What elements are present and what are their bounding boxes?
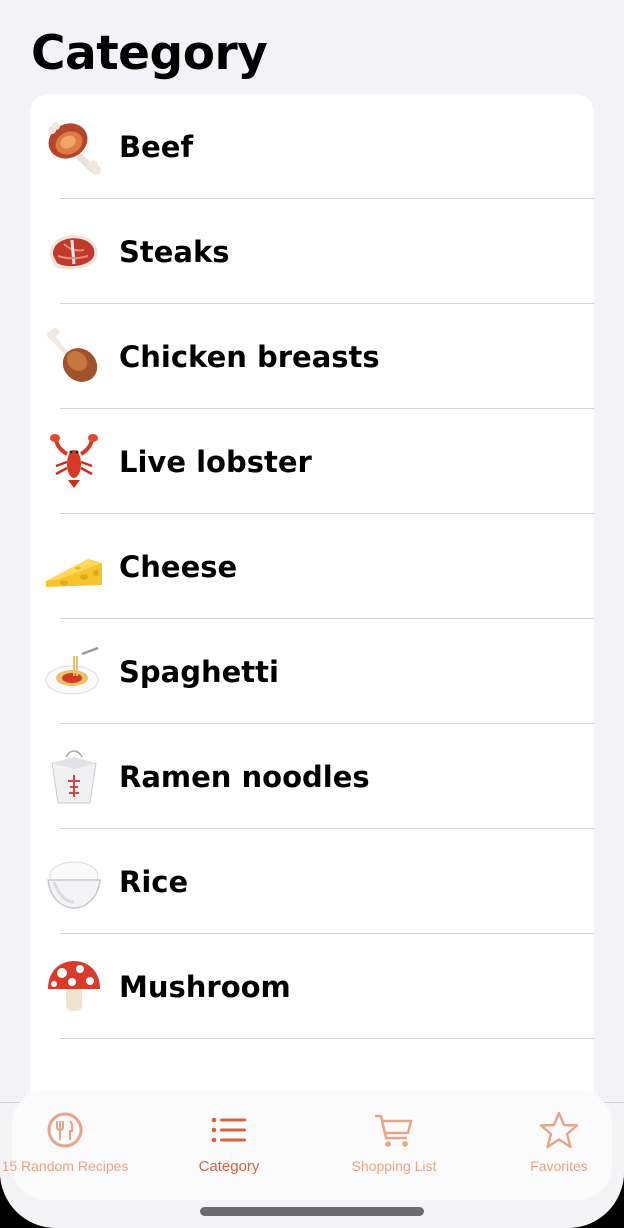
list-icon	[208, 1110, 250, 1150]
poultry-leg-icon	[44, 327, 104, 387]
rice-bowl-icon	[44, 852, 104, 912]
screen: Category Beef Steaks Chicken breasts Liv…	[0, 0, 624, 1228]
category-row-spaghetti[interactable]: Spaghetti	[30, 619, 594, 724]
cart-icon	[373, 1110, 415, 1150]
fork-knife-plate-icon	[44, 1110, 86, 1150]
category-label: Rice	[119, 864, 189, 899]
lobster-icon	[44, 432, 104, 492]
category-row-chicken-breasts[interactable]: Chicken breasts	[30, 304, 594, 409]
page-title: Category	[31, 26, 268, 81]
mushroom-icon	[44, 957, 104, 1017]
category-label: Steaks	[119, 234, 230, 269]
tab-random-recipes[interactable]: 15 Random Recipes	[0, 1110, 140, 1180]
category-list: Beef Steaks Chicken breasts Live lobster…	[30, 94, 594, 1114]
category-row-cheese[interactable]: Cheese	[30, 514, 594, 619]
spaghetti-icon	[44, 642, 104, 702]
category-label: Spaghetti	[119, 654, 279, 689]
tab-label: 15 Random Recipes	[1, 1158, 129, 1174]
category-label: Chicken breasts	[119, 339, 380, 374]
category-label: Ramen noodles	[119, 759, 370, 794]
category-label: Live lobster	[119, 444, 312, 479]
category-row-steaks[interactable]: Steaks	[30, 199, 594, 304]
tab-shopping-list[interactable]: Shopping List	[319, 1110, 469, 1180]
takeout-box-icon	[44, 747, 104, 807]
home-indicator	[200, 1207, 424, 1216]
star-icon	[538, 1110, 580, 1150]
steak-icon	[44, 222, 104, 282]
category-label: Beef	[119, 129, 194, 164]
tab-label: Shopping List	[351, 1158, 437, 1174]
category-row-rice[interactable]: Rice	[30, 829, 594, 934]
tab-label: Favorites	[530, 1158, 588, 1174]
category-label: Cheese	[119, 549, 238, 584]
category-row-live-lobster[interactable]: Live lobster	[30, 409, 594, 514]
category-label: Mushroom	[119, 969, 291, 1004]
category-row-ramen-noodles[interactable]: Ramen noodles	[30, 724, 594, 829]
meat-on-bone-icon	[44, 117, 104, 177]
category-row-mushroom[interactable]: Mushroom	[30, 934, 594, 1039]
tab-label: Category	[198, 1158, 260, 1175]
cheese-wedge-icon	[44, 537, 104, 597]
tab-category[interactable]: Category	[154, 1110, 304, 1180]
category-row-beef[interactable]: Beef	[30, 94, 594, 199]
tab-favorites[interactable]: Favorites	[484, 1110, 624, 1180]
